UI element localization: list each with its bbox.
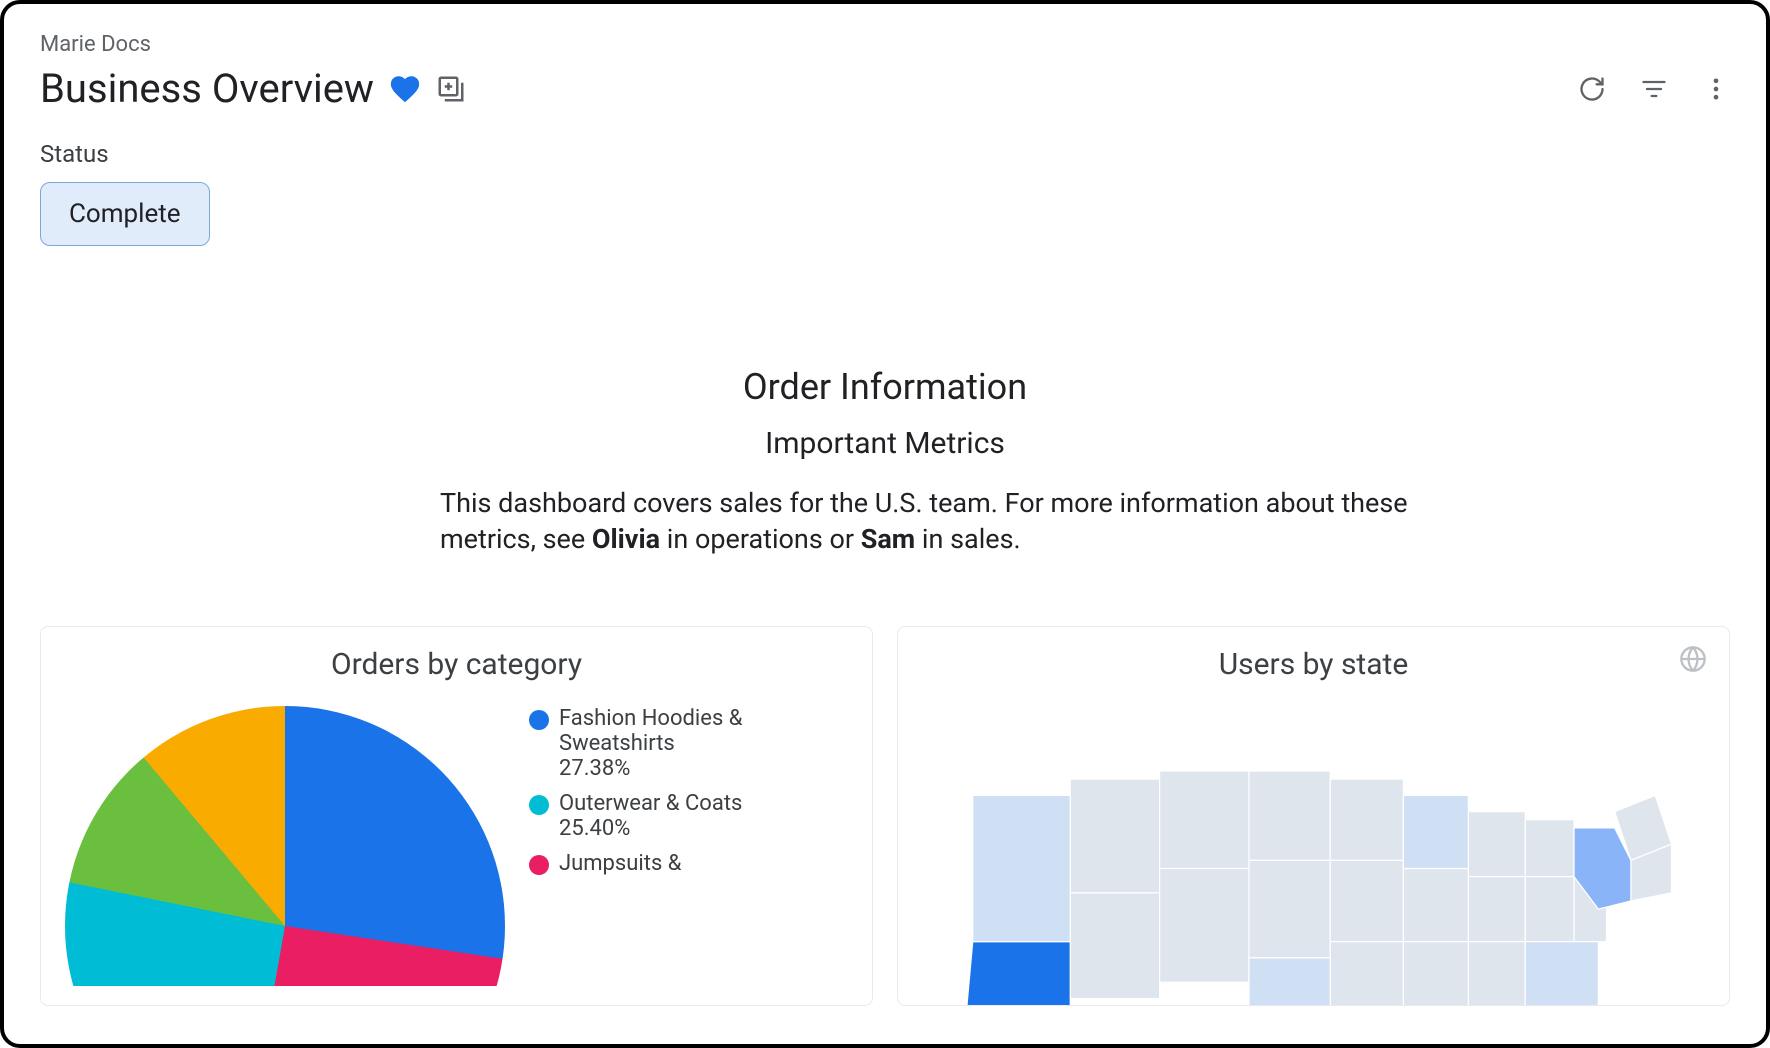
users-by-state-card: Users by state	[897, 626, 1730, 1006]
legend-dot-icon	[529, 795, 549, 815]
us-map[interactable]	[922, 706, 1705, 1006]
status-chip[interactable]: Complete	[40, 182, 210, 246]
legend: Fashion Hoodies & Sweatshirts 27.38% Out…	[529, 706, 749, 876]
pie-chart	[65, 706, 505, 986]
page-title: Business Overview	[40, 65, 374, 112]
refresh-icon[interactable]	[1578, 75, 1606, 103]
filter-icon[interactable]	[1640, 75, 1668, 103]
legend-dot-icon	[529, 710, 549, 730]
pie-wrap: Fashion Hoodies & Sweatshirts 27.38% Out…	[65, 706, 848, 986]
status-label: Status	[40, 140, 1730, 168]
legend-item-2[interactable]: Outerwear & Coats 25.40%	[529, 791, 749, 841]
chart-title-right: Users by state	[922, 647, 1705, 682]
breadcrumb[interactable]: Marie Docs	[40, 32, 1730, 57]
desc-text-3: in sales.	[915, 523, 1020, 555]
legend-label: Fashion Hoodies & Sweatshirts 27.38%	[559, 706, 749, 781]
legend-item-1[interactable]: Fashion Hoodies & Sweatshirts 27.38%	[529, 706, 749, 781]
section-header: Order Information Important Metrics This…	[40, 366, 1730, 558]
legend-item-3[interactable]: Jumpsuits &	[529, 851, 749, 876]
chart-title-left: Orders by category	[65, 647, 848, 682]
legend-label: Jumpsuits &	[559, 851, 681, 876]
desc-bold-1: Olivia	[592, 523, 660, 555]
heart-icon[interactable]	[388, 72, 422, 106]
legend-dot-icon	[529, 855, 549, 875]
title-row: Business Overview	[40, 65, 1730, 112]
desc-text-2: in operations or	[660, 523, 861, 555]
legend-label: Outerwear & Coats 25.40%	[559, 791, 749, 841]
add-to-collection-icon[interactable]	[436, 74, 466, 104]
section-subtitle: Important Metrics	[40, 426, 1730, 461]
dashboard-frame: Marie Docs Business Overview Status Comp…	[0, 0, 1770, 1048]
desc-bold-2: Sam	[861, 523, 915, 555]
orders-by-category-card: Orders by category Fashion Hoodies & Swe…	[40, 626, 873, 1006]
section-description: This dashboard covers sales for the U.S.…	[270, 485, 1500, 558]
globe-icon[interactable]	[1679, 645, 1707, 673]
section-title: Order Information	[40, 366, 1730, 408]
toolbar	[1578, 75, 1730, 103]
more-icon[interactable]	[1702, 75, 1730, 103]
charts-row: Orders by category Fashion Hoodies & Swe…	[40, 626, 1730, 1006]
